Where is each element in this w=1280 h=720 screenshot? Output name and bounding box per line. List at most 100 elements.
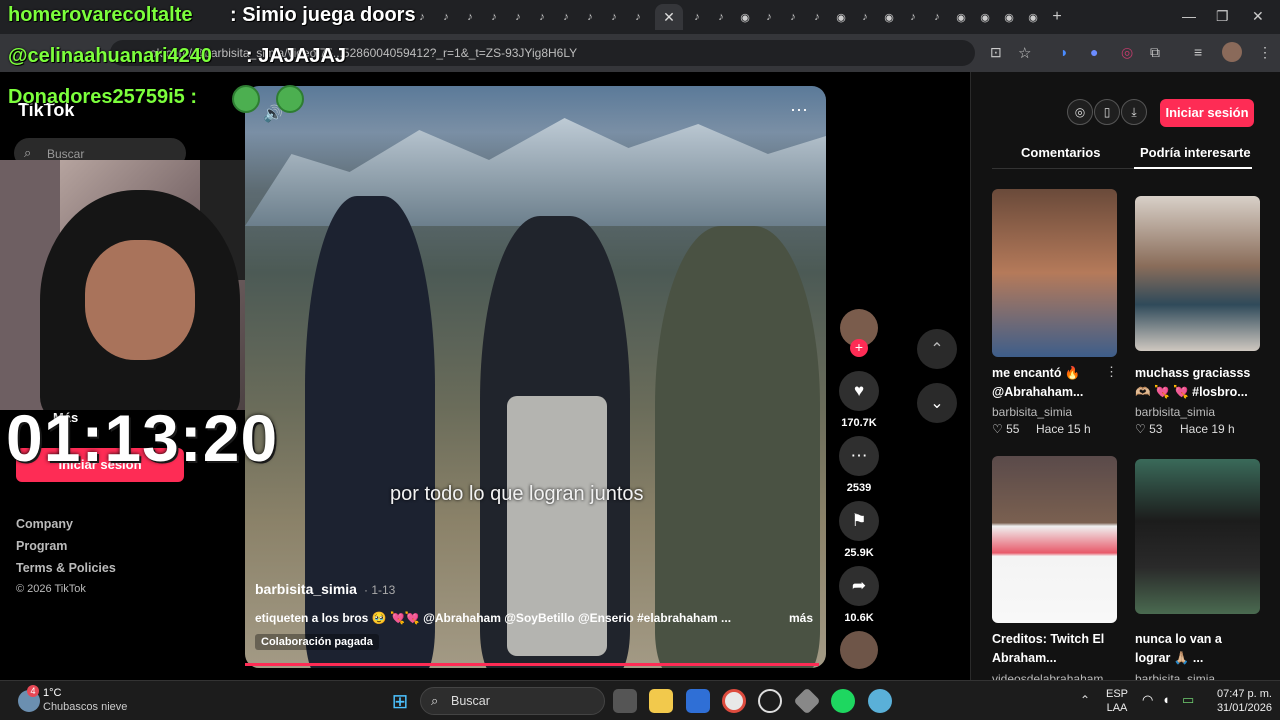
sound-avatar[interactable] <box>840 631 878 669</box>
reading-list-icon[interactable]: ≡ <box>1194 44 1202 60</box>
bookmark-action[interactable]: ⚑ 25.9K <box>839 501 879 559</box>
link-company[interactable]: Company <box>16 517 73 531</box>
suggested-video-user[interactable]: barbisita_simia <box>992 405 1072 419</box>
tiktok-tab-icon[interactable]: ♪ <box>709 7 733 27</box>
phone-icon[interactable]: ▯ <box>1094 99 1120 125</box>
weather-temp[interactable]: 1°C <box>43 687 61 699</box>
suggested-video-thumbnail[interactable] <box>992 456 1117 623</box>
tiktok-tab-icon[interactable]: ♪ <box>925 7 949 27</box>
language-indicator[interactable]: ESP LAA <box>1103 687 1131 715</box>
globe-tab-icon[interactable]: ◉ <box>829 7 853 27</box>
globe-tab-icon[interactable]: ◉ <box>973 7 997 27</box>
obs-icon[interactable] <box>758 689 782 713</box>
suggested-video-thumbnail[interactable] <box>1135 196 1260 351</box>
active-tab-close-button[interactable]: ✕ <box>655 4 683 30</box>
tab-comments[interactable]: Comentarios <box>1021 145 1100 160</box>
suggested-video-title[interactable]: me encantó 🔥 @Abrahaham... <box>992 364 1110 402</box>
file-explorer-icon[interactable] <box>649 689 673 713</box>
tiktok-tab-icon[interactable]: ♪ <box>781 7 805 27</box>
card-menu-icon[interactable]: ⋮ <box>1105 364 1118 380</box>
heart-icon[interactable]: ♥ <box>839 371 879 411</box>
like-action[interactable]: ♥ 170.7K <box>839 371 879 429</box>
taskbar-search-label: Buscar <box>451 694 490 708</box>
keyboard-layout: LAA <box>1106 702 1128 714</box>
tab-strip[interactable]: ♪ ♪ ♪ ♪ ♪ ♪ ♪ ♪ ♪ ♪ <box>410 7 650 27</box>
extension-icon[interactable]: ◗ <box>1060 44 1068 60</box>
extension-icon[interactable]: ● <box>1090 44 1098 60</box>
tiktok-tab-icon[interactable]: ♪ <box>757 7 781 27</box>
battery-icon[interactable]: ▭ <box>1182 692 1194 708</box>
url-field[interactable]: ...ok.com/@barbisita_simia/video/75...52… <box>110 40 975 66</box>
wifi-icon[interactable]: ◠ <box>1142 692 1153 708</box>
tiktok-tab-icon[interactable]: ♪ <box>602 7 626 27</box>
tiktok-tab-icon[interactable]: ♪ <box>853 7 877 27</box>
tiktok-tab-icon[interactable]: ♪ <box>506 7 530 27</box>
video-date: · 1-13 <box>364 583 396 597</box>
suggested-video-thumbnail[interactable] <box>1135 459 1260 614</box>
video-username[interactable]: barbisita_simia <box>255 581 357 597</box>
comment-icon[interactable]: ⋯ <box>839 436 879 476</box>
extensions-puzzle-icon[interactable]: ⧉ <box>1150 44 1160 61</box>
comment-action[interactable]: ⋯ 2539 <box>839 436 879 494</box>
taskbar-search[interactable]: ⌕ Buscar <box>420 687 605 715</box>
next-video-button[interactable]: ⌄ <box>917 383 957 423</box>
minimize-icon[interactable]: — <box>1182 8 1196 24</box>
previous-video-button[interactable]: ⌃ <box>917 329 957 369</box>
tray-chevron-up-icon[interactable]: ⌃ <box>1080 693 1090 707</box>
suggested-video-title[interactable]: muchass graciasss 🫶🏼 💘 💘 #losbro... <box>1135 364 1253 402</box>
share-action[interactable]: ➦ 10.6K <box>839 566 879 624</box>
suggested-video-title[interactable]: Creditos: Twitch El Abraham... <box>992 630 1110 668</box>
tiktok-tab-icon[interactable]: ♪ <box>626 7 650 27</box>
tiktok-tab-icon[interactable]: ♪ <box>685 7 709 27</box>
suggested-video-user[interactable]: barbisita_simia <box>1135 405 1215 419</box>
download-icon[interactable]: ⤓ <box>1121 99 1147 125</box>
video-progress-bar[interactable] <box>245 663 819 666</box>
task-view-icon[interactable] <box>613 689 637 713</box>
video-more-link[interactable]: más <box>789 611 813 625</box>
tiktok-tab-icon[interactable]: ♪ <box>530 7 554 27</box>
windows-start-icon[interactable]: ⊞ <box>388 689 412 713</box>
new-tab-button[interactable]: + <box>1045 7 1069 27</box>
tiktok-tab-icon[interactable]: ♪ <box>434 7 458 27</box>
volume-icon[interactable]: ◖ <box>1162 692 1170 707</box>
weather-badge: 4 <box>27 685 39 697</box>
globe-tab-icon[interactable]: ◉ <box>1021 7 1045 27</box>
suggested-video-thumbnail[interactable] <box>992 189 1117 357</box>
globe-tab-icon[interactable]: ◉ <box>733 7 757 27</box>
globe-tab-icon[interactable]: ◉ <box>949 7 973 27</box>
tiktok-tab-icon[interactable]: ♪ <box>901 7 925 27</box>
login-button[interactable]: Iniciar sesión <box>1160 99 1254 127</box>
chevron-down-icon: ⌄ <box>930 395 944 412</box>
compass-icon[interactable]: ◎ <box>1067 99 1093 125</box>
tiktok-tab-icon[interactable]: ♪ <box>482 7 506 27</box>
tab-strip-right[interactable]: ♪ ♪ ◉ ♪ ♪ ♪ ◉ ♪ ◉ ♪ ♪ ◉ ◉ ◉ ◉ + <box>685 7 1069 27</box>
globe-tab-icon[interactable]: ◉ <box>997 7 1021 27</box>
tiktok-tab-icon[interactable]: ♪ <box>554 7 578 27</box>
weather-description[interactable]: Chubascos nieve <box>43 701 127 713</box>
spotify-icon[interactable] <box>831 689 855 713</box>
link-terms[interactable]: Terms & Policies <box>16 561 116 575</box>
store-icon[interactable] <box>686 689 710 713</box>
bookmark-star-icon[interactable]: ☆ <box>1018 44 1031 62</box>
tiktok-tab-icon[interactable]: ♪ <box>805 7 829 27</box>
follow-plus-icon[interactable]: + <box>850 339 868 357</box>
tab-suggestions[interactable]: Podría interesarte <box>1140 145 1251 160</box>
video-menu-icon[interactable]: ⋯ <box>790 100 808 121</box>
chrome-icon[interactable] <box>722 689 746 713</box>
close-window-icon[interactable]: ✕ <box>1252 8 1264 25</box>
link-program[interactable]: Program <box>16 539 67 553</box>
bookmark-icon[interactable]: ⚑ <box>839 501 879 541</box>
maximize-icon[interactable]: ❐ <box>1216 8 1229 25</box>
suggested-video-title[interactable]: nunca lo van a lograr 🙏🏼 ... <box>1135 630 1253 668</box>
tiktok-tab-icon[interactable]: ♪ <box>578 7 602 27</box>
extension-icon[interactable]: ◎ <box>1121 44 1133 61</box>
share-icon[interactable]: ➦ <box>839 566 879 606</box>
clock[interactable]: 07:47 p. m. 31/01/2026 <box>1206 687 1272 715</box>
install-app-icon[interactable]: ⊡ <box>990 44 1002 61</box>
tiktok-tab-icon[interactable]: ♪ <box>458 7 482 27</box>
browser-menu-icon[interactable]: ⋮ <box>1258 44 1272 61</box>
globe-tab-icon[interactable]: ◉ <box>877 7 901 27</box>
profile-avatar[interactable] <box>1222 42 1242 62</box>
app-icon[interactable] <box>793 687 821 715</box>
app-icon[interactable] <box>868 689 892 713</box>
